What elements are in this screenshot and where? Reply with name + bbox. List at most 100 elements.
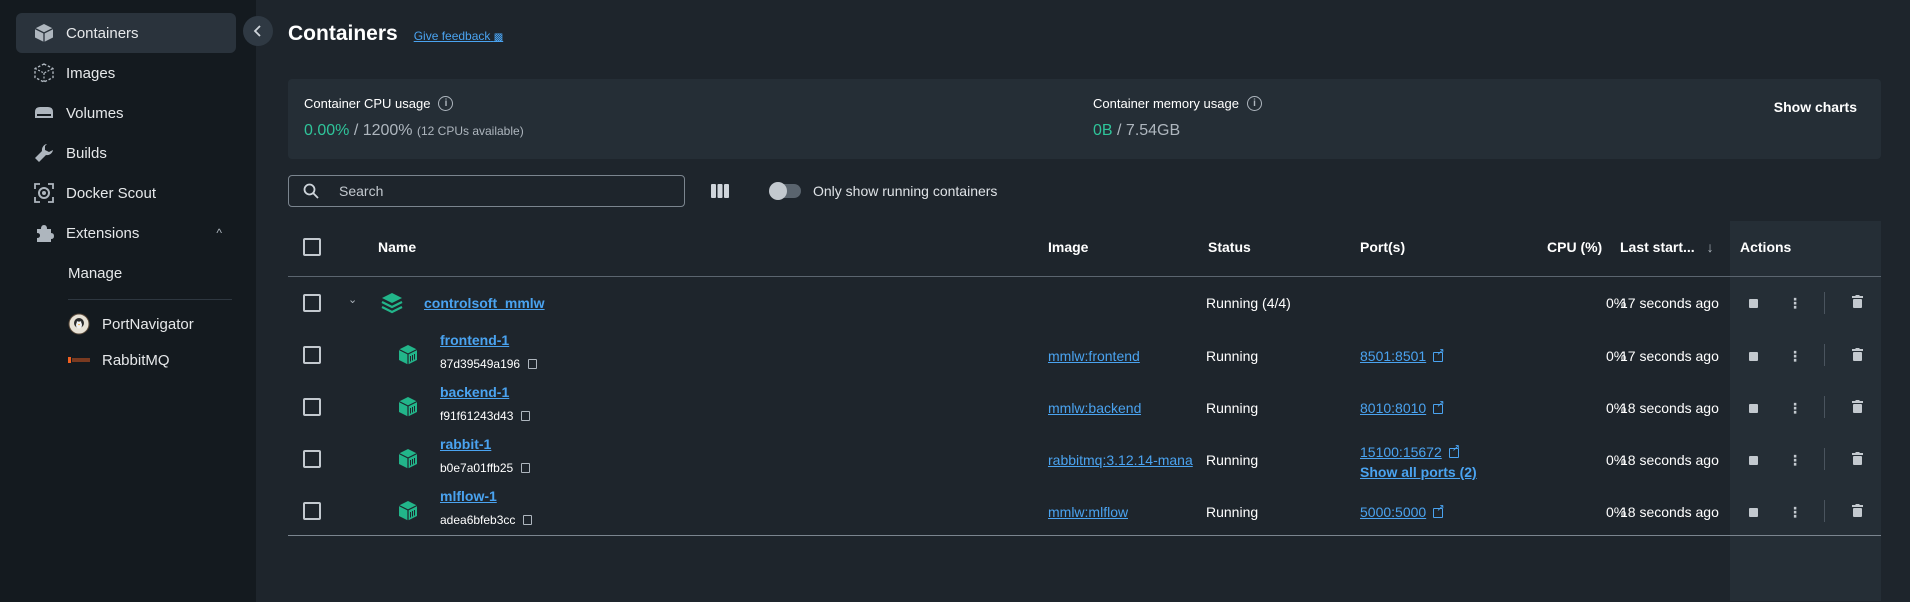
- sidebar: Containers Images Volumes Builds Docker …: [0, 0, 273, 602]
- port-link[interactable]: 8501:8501: [1360, 348, 1426, 364]
- image-link[interactable]: mmlw:frontend: [1048, 348, 1140, 364]
- info-icon[interactable]: i: [1246, 96, 1262, 111]
- collapse-sidebar-button[interactable]: [243, 16, 273, 46]
- stop-icon: [1749, 352, 1758, 361]
- image-link[interactable]: mmlw:mlflow: [1048, 504, 1128, 520]
- container-id-text: 87d39549a196: [440, 357, 521, 371]
- sidebar-item-manage[interactable]: Manage: [0, 253, 256, 293]
- stop-icon: [1749, 508, 1758, 517]
- sidebar-extension-portnavigator[interactable]: PortNavigator: [0, 306, 256, 342]
- running-only-label: Only show running containers: [813, 183, 998, 199]
- column-header-image[interactable]: Image: [1048, 239, 1088, 255]
- image-link[interactable]: mmlw:backend: [1048, 400, 1141, 416]
- table-row[interactable]: rabbit-1 b0e7a01ffb25 rabbitmq:3.12.14-man…: [288, 433, 1881, 485]
- sidebar-item-extensions[interactable]: Extensions ^: [16, 213, 236, 253]
- stop-button[interactable]: [1749, 404, 1758, 413]
- search-icon: [303, 183, 319, 199]
- container-name-link[interactable]: rabbit-1: [440, 436, 491, 452]
- trash-icon: [1852, 295, 1863, 308]
- sidebar-item-volumes[interactable]: Volumes: [16, 93, 236, 133]
- delete-button[interactable]: [1852, 504, 1863, 520]
- more-options-button[interactable]: ⋮: [1788, 453, 1802, 467]
- search-box[interactable]: [288, 175, 685, 207]
- image-link[interactable]: rabbitmq:3.12.14-mana: [1048, 452, 1193, 468]
- show-charts-button[interactable]: Show charts: [1774, 99, 1857, 115]
- container-id-text: f91f61243d43: [440, 409, 514, 423]
- copy-icon[interactable]: [523, 515, 533, 525]
- group-name-link[interactable]: controlsoft_mmlw: [424, 295, 545, 311]
- container-id: b0e7a01ffb25: [440, 461, 531, 475]
- sidebar-extension-rabbitmq[interactable]: RabbitMQ: [0, 342, 256, 378]
- stop-button[interactable]: [1749, 352, 1758, 361]
- column-header-last-started[interactable]: Last start... ↓: [1620, 239, 1714, 255]
- delete-button[interactable]: [1852, 452, 1863, 468]
- table-row[interactable]: frontend-1 87d39549a196 mmlw:frontend Runni…: [288, 329, 1881, 381]
- container-name-link[interactable]: backend-1: [440, 384, 509, 400]
- external-link-icon[interactable]: [1433, 399, 1445, 414]
- running-only-toggle[interactable]: [769, 182, 801, 200]
- port-link[interactable]: 8010:8010: [1360, 400, 1426, 416]
- table-row[interactable]: mlflow-1 adea6bfeb3cc mmlw:mlflow Running 50…: [288, 485, 1881, 537]
- column-header-ports[interactable]: Port(s): [1360, 239, 1405, 255]
- row-checkbox[interactable]: [303, 346, 321, 364]
- chevron-down-icon[interactable]: ⌄: [348, 293, 357, 306]
- column-header-name[interactable]: Name: [378, 239, 416, 255]
- container-icon: [396, 447, 420, 474]
- feedback-icon: ▩: [493, 32, 504, 43]
- trash-icon: [1852, 452, 1863, 465]
- group-last-started: 17 seconds ago: [1620, 295, 1719, 311]
- delete-button[interactable]: [1852, 295, 1863, 311]
- give-feedback-link[interactable]: Give feedback ▩: [414, 29, 504, 43]
- cpu-total: / 1200%: [349, 122, 417, 139]
- row-checkbox[interactable]: [303, 294, 321, 312]
- sidebar-divider: [68, 299, 232, 300]
- column-header-status[interactable]: Status: [1208, 239, 1251, 255]
- more-options-button[interactable]: ⋮: [1788, 296, 1802, 310]
- external-link-icon[interactable]: [1433, 503, 1445, 518]
- external-link-icon[interactable]: [1448, 443, 1460, 458]
- show-all-ports-link[interactable]: Show all ports (2): [1360, 464, 1477, 480]
- memory-usage-label: Container memory usage i: [1093, 96, 1262, 111]
- chevron-up-icon[interactable]: ^: [216, 226, 222, 240]
- more-options-button[interactable]: ⋮: [1788, 349, 1802, 363]
- usage-panel: Container CPU usage i 0.00% / 1200% (12 …: [288, 79, 1881, 159]
- info-icon[interactable]: i: [438, 96, 454, 111]
- stop-button[interactable]: [1749, 508, 1758, 517]
- sidebar-extension-label: PortNavigator: [102, 315, 194, 333]
- sidebar-item-containers[interactable]: Containers: [16, 13, 236, 53]
- container-id: f91f61243d43: [440, 409, 531, 423]
- external-link-icon[interactable]: [1433, 347, 1445, 362]
- row-checkbox[interactable]: [303, 502, 321, 520]
- table-row[interactable]: backend-1 f91f61243d43 mmlw:backend Running…: [288, 381, 1881, 433]
- port-link[interactable]: 15100:15672: [1360, 444, 1442, 460]
- delete-button[interactable]: [1852, 348, 1863, 364]
- action-separator: [1824, 500, 1825, 522]
- stop-button[interactable]: [1749, 456, 1758, 465]
- delete-button[interactable]: [1852, 400, 1863, 416]
- copy-icon[interactable]: [528, 359, 538, 369]
- sidebar-item-docker-scout[interactable]: Docker Scout: [16, 173, 236, 213]
- group-status: Running (4/4): [1206, 295, 1291, 311]
- more-options-button[interactable]: ⋮: [1788, 401, 1802, 415]
- sidebar-item-builds[interactable]: Builds: [16, 133, 236, 173]
- container-name-link[interactable]: frontend-1: [440, 332, 509, 348]
- container-name-link[interactable]: mlflow-1: [440, 488, 497, 504]
- table-row-group[interactable]: ⌄ controlsoft_mmlw Running (4/4) 0% 17 s…: [288, 277, 1881, 329]
- stop-icon: [1749, 299, 1758, 308]
- copy-icon[interactable]: [521, 411, 531, 421]
- row-checkbox[interactable]: [303, 398, 321, 416]
- search-input[interactable]: [339, 183, 659, 199]
- row-checkbox[interactable]: [303, 450, 321, 468]
- port-link[interactable]: 5000:5000: [1360, 504, 1426, 520]
- action-separator: [1824, 292, 1825, 314]
- memory-total: / 7.54GB: [1112, 122, 1181, 139]
- column-header-cpu[interactable]: CPU (%): [1547, 239, 1602, 255]
- more-options-button[interactable]: ⋮: [1788, 505, 1802, 519]
- cpu-usage-value: 0.00% / 1200% (12 CPUs available): [304, 122, 524, 140]
- select-all-checkbox[interactable]: [303, 238, 321, 256]
- compose-stack-icon: [380, 291, 404, 318]
- sidebar-item-images[interactable]: Images: [16, 53, 236, 93]
- copy-icon[interactable]: [521, 463, 531, 473]
- stop-button[interactable]: [1749, 299, 1758, 308]
- columns-toggle-button[interactable]: [709, 180, 731, 202]
